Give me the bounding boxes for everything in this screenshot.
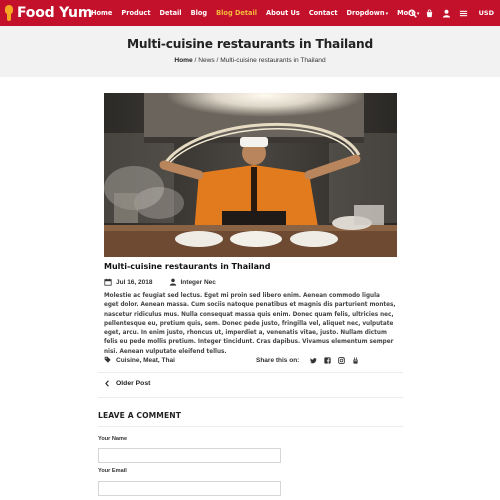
nav-blog-detail[interactable]: Blog Detail <box>216 9 257 17</box>
menu-icon[interactable] <box>458 7 470 19</box>
breadcrumb-current: Multi-cuisine restaurants in Thailand <box>220 57 326 64</box>
cart-icon[interactable] <box>424 7 436 19</box>
nav-about-us[interactable]: About Us <box>266 9 300 17</box>
calendar-icon <box>104 278 112 286</box>
older-post-link[interactable]: Older Post <box>104 380 150 387</box>
comment-heading: LEAVE A COMMENT <box>98 411 181 420</box>
logo[interactable]: Food Yum <box>5 4 92 22</box>
instagram-icon[interactable] <box>336 355 347 366</box>
logo-text: Food Yum <box>17 5 93 21</box>
breadcrumb-home[interactable]: Home <box>174 57 192 64</box>
breadcrumb: Home / News / Multi-cuisine restaurants … <box>174 57 326 64</box>
nav-detail[interactable]: Detail <box>160 9 182 17</box>
email-field[interactable] <box>98 481 281 496</box>
divider <box>98 426 403 427</box>
chevron-down-icon: ▾ <box>385 11 389 17</box>
page-header: Multi-cuisine restaurants in Thailand Ho… <box>0 26 500 77</box>
user-icon[interactable] <box>441 7 453 19</box>
nav-blog[interactable]: Blog <box>191 9 208 17</box>
post-footer: Cuisine, Meat, Thai Share this on: <box>104 354 397 366</box>
post-title: Multi-cuisine restaurants in Thailand <box>104 262 271 271</box>
nav-product[interactable]: Product <box>121 9 150 17</box>
tag-link[interactable]: Cuisine <box>116 357 139 364</box>
currency-selector[interactable]: USD <box>479 9 494 17</box>
post-meta: Jul 16, 2018 Integer Nec <box>104 278 216 286</box>
post-date: Jul 16, 2018 <box>116 278 153 286</box>
share-bar: Share this on: <box>256 354 361 366</box>
facebook-icon[interactable] <box>322 355 333 366</box>
divider <box>98 372 403 373</box>
page-title: Multi-cuisine restaurants in Thailand <box>126 37 374 51</box>
search-icon[interactable] <box>407 7 419 19</box>
older-post-label: Older Post <box>116 380 151 387</box>
youtube-icon[interactable] <box>350 355 361 366</box>
nav-contact[interactable]: Contact <box>309 9 338 17</box>
logo-icon <box>5 5 13 21</box>
chef-photo <box>104 93 397 257</box>
post-body: Molestie ac feugiat sed lectus. Eget mi … <box>104 293 396 355</box>
nav-dropdown[interactable]: Dropdown▾ <box>347 9 389 17</box>
top-navbar: Food Yum Home Product Detail Blog Blog D… <box>0 0 500 26</box>
divider <box>98 397 403 398</box>
email-label: Your Email <box>98 468 127 474</box>
user-icon <box>169 278 176 286</box>
name-label: Your Name <box>98 436 128 442</box>
header-actions: USD <box>402 0 494 26</box>
chevron-left-icon <box>105 380 109 387</box>
twitter-icon[interactable] <box>308 355 319 366</box>
breadcrumb-news[interactable]: News <box>198 57 215 64</box>
main-nav: Home Product Detail Blog Blog Detail Abo… <box>91 0 428 26</box>
name-field[interactable] <box>98 448 281 463</box>
post-image <box>104 93 397 257</box>
share-label: Share this on: <box>256 356 300 364</box>
tag-link[interactable]: Meat <box>143 357 158 364</box>
tag-link[interactable]: Thai <box>162 357 175 364</box>
post-author[interactable]: Integer Nec <box>181 279 216 286</box>
nav-home[interactable]: Home <box>91 9 112 17</box>
tag-icon <box>104 356 116 365</box>
